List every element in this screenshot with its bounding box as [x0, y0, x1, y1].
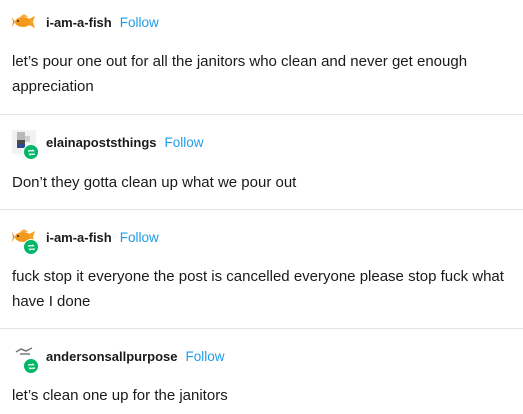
post: elainapoststhings Follow Don’t they gott…	[0, 115, 523, 209]
reblog-icon	[27, 362, 35, 370]
goldfish-icon	[12, 14, 35, 28]
reblog-icon	[27, 243, 35, 251]
reblog-badge	[23, 358, 39, 374]
avatar[interactable]	[12, 225, 39, 255]
post-text: let’s pour one out for all the janitors …	[12, 53, 468, 95]
post: i-am-a-fish Follow fuck stop it everyone…	[0, 210, 523, 328]
follow-button[interactable]: Follow	[120, 230, 159, 245]
avatar[interactable]	[12, 344, 39, 374]
avatar[interactable]	[12, 130, 39, 160]
reblog-badge	[23, 239, 39, 255]
post-header: elainapoststhings Follow	[12, 130, 204, 160]
reblog-icon	[27, 148, 35, 156]
post-header: i-am-a-fish Follow	[12, 10, 159, 34]
follow-button[interactable]: Follow	[120, 15, 159, 30]
post-text: fuck stop it everyone the post is cancel…	[12, 268, 504, 310]
post: i-am-a-fish Follow let’s pour one out fo…	[0, 0, 523, 114]
username[interactable]: i-am-a-fish	[46, 230, 112, 245]
post-text: let’s clean one up for the janitors	[12, 387, 228, 404]
username[interactable]: andersonsallpurpose	[46, 349, 177, 364]
post-header: i-am-a-fish Follow	[12, 225, 159, 255]
follow-button[interactable]: Follow	[185, 349, 224, 364]
reblog-badge	[23, 144, 39, 160]
follow-button[interactable]: Follow	[165, 135, 204, 150]
post: andersonsallpurpose Follow let’s clean o…	[0, 329, 523, 414]
avatar[interactable]	[12, 10, 36, 34]
post-text: Don’t they gotta clean up what we pour o…	[12, 174, 297, 191]
username[interactable]: i-am-a-fish	[46, 15, 112, 30]
username[interactable]: elainapoststhings	[46, 135, 157, 150]
post-header: andersonsallpurpose Follow	[12, 344, 225, 374]
